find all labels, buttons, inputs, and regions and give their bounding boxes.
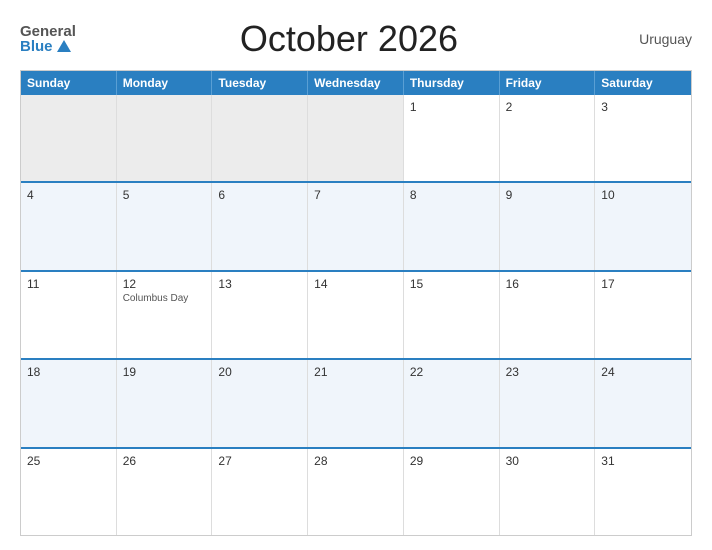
day-cell-empty (212, 95, 308, 181)
day-cell-oct-20: 20 (212, 360, 308, 446)
day-cell-empty (308, 95, 404, 181)
day-cell-oct-26: 26 (117, 449, 213, 535)
week-row-4: 18 19 20 21 22 23 24 (21, 358, 691, 446)
week-row-1: 1 2 3 (21, 95, 691, 181)
day-cell-oct-12: 12 Columbus Day (117, 272, 213, 358)
day-cell-oct-23: 23 (500, 360, 596, 446)
day-cell-oct-27: 27 (212, 449, 308, 535)
day-cell-oct-9: 9 (500, 183, 596, 269)
day-cell-oct-19: 19 (117, 360, 213, 446)
day-cell-oct-29: 29 (404, 449, 500, 535)
day-cell-oct-7: 7 (308, 183, 404, 269)
logo-triangle-icon (57, 40, 71, 52)
header-wednesday: Wednesday (308, 71, 404, 95)
week-row-5: 25 26 27 28 29 30 31 (21, 447, 691, 535)
header: General Blue October 2026 Uruguay (20, 18, 692, 60)
header-friday: Friday (500, 71, 596, 95)
day-cell-oct-5: 5 (117, 183, 213, 269)
day-cell-oct-28: 28 (308, 449, 404, 535)
header-monday: Monday (117, 71, 213, 95)
day-headers-row: Sunday Monday Tuesday Wednesday Thursday… (21, 71, 691, 95)
day-cell-oct-3: 3 (595, 95, 691, 181)
day-cell-empty (21, 95, 117, 181)
day-cell-empty (117, 95, 213, 181)
day-cell-oct-1: 1 (404, 95, 500, 181)
calendar-grid: Sunday Monday Tuesday Wednesday Thursday… (20, 70, 692, 536)
day-cell-oct-10: 10 (595, 183, 691, 269)
day-cell-oct-13: 13 (212, 272, 308, 358)
country-label: Uruguay (622, 31, 692, 47)
day-cell-oct-30: 30 (500, 449, 596, 535)
header-saturday: Saturday (595, 71, 691, 95)
weeks-container: 1 2 3 4 5 6 7 8 9 10 11 12 Columbus Day (21, 95, 691, 535)
day-cell-oct-11: 11 (21, 272, 117, 358)
logo: General Blue (20, 24, 76, 54)
week-row-3: 11 12 Columbus Day 13 14 15 16 17 (21, 270, 691, 358)
calendar-title: October 2026 (76, 18, 622, 60)
day-cell-oct-16: 16 (500, 272, 596, 358)
day-cell-oct-14: 14 (308, 272, 404, 358)
day-cell-oct-18: 18 (21, 360, 117, 446)
day-cell-oct-15: 15 (404, 272, 500, 358)
day-cell-oct-21: 21 (308, 360, 404, 446)
logo-general-text: General (20, 24, 76, 39)
day-cell-oct-6: 6 (212, 183, 308, 269)
day-cell-oct-25: 25 (21, 449, 117, 535)
day-cell-oct-4: 4 (21, 183, 117, 269)
header-tuesday: Tuesday (212, 71, 308, 95)
calendar-page: General Blue October 2026 Uruguay Sunday… (0, 0, 712, 550)
day-cell-oct-8: 8 (404, 183, 500, 269)
logo-blue-text: Blue (20, 39, 53, 54)
day-cell-oct-2: 2 (500, 95, 596, 181)
day-cell-oct-22: 22 (404, 360, 500, 446)
day-cell-oct-31: 31 (595, 449, 691, 535)
week-row-2: 4 5 6 7 8 9 10 (21, 181, 691, 269)
header-thursday: Thursday (404, 71, 500, 95)
header-sunday: Sunday (21, 71, 117, 95)
logo-blue-row: Blue (20, 39, 76, 54)
columbus-day-label: Columbus Day (123, 293, 206, 304)
day-cell-oct-17: 17 (595, 272, 691, 358)
day-cell-oct-24: 24 (595, 360, 691, 446)
